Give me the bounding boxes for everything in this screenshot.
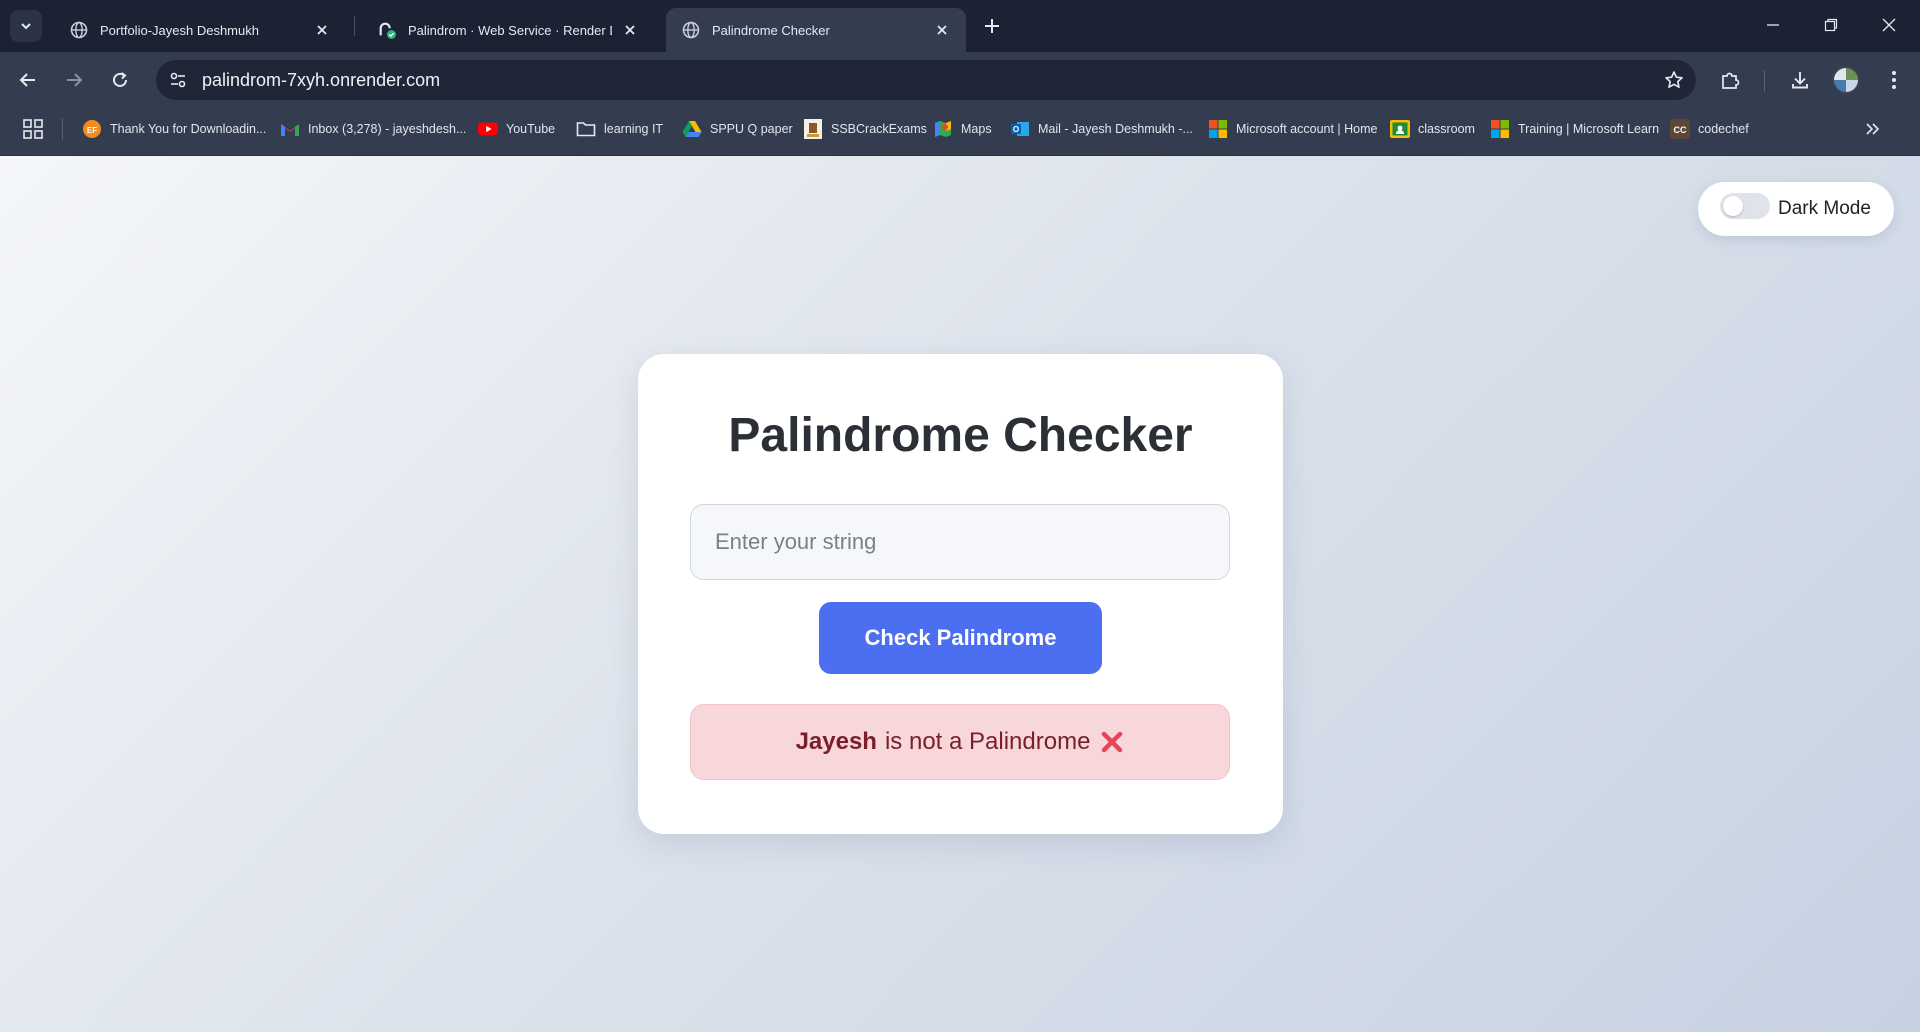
maps-icon [933,119,953,139]
cross-mark-icon [1100,730,1124,754]
tab-divider [354,16,355,36]
restore-button[interactable] [1802,0,1860,50]
bookmark-label: learning IT [604,122,664,136]
tab-render-dashboard[interactable]: Palindrom · Web Service · Render Dashboa… [362,8,654,52]
apps-grid-icon[interactable] [22,118,44,140]
forward-button[interactable] [56,62,92,98]
bookmark-label: Maps [961,122,992,136]
reload-icon [113,72,127,87]
menu-kebab-icon[interactable] [1880,66,1908,94]
bookmark-item[interactable]: learning IT [576,118,663,140]
bookmark-label: Training | Microsoft Learn [1518,122,1660,136]
tab-portfolio[interactable]: Portfolio-Jayesh Deshmukh [54,8,346,52]
bookmark-label: SSBCrackExams [831,122,927,136]
download-icon[interactable] [1786,66,1814,94]
result-word: Jayesh [795,728,877,755]
bookmark-label: Mail - Jayesh Deshmukh -... [1038,122,1193,136]
result-text: is not a Palindrome [884,728,1091,755]
bookmark-label: Microsoft account | Home [1236,122,1378,136]
bookmark-item[interactable]: O Mail - Jayesh Deshmukh -... [1010,118,1193,140]
minimize-icon [1767,24,1779,26]
new-tab-button[interactable] [978,12,1006,40]
bookmark-label: Inbox (3,278) - jayeshdesh... [308,122,467,136]
plus-icon [985,19,999,33]
youtube-icon [478,119,498,139]
chevron-double-right-icon[interactable] [1862,118,1884,140]
site-info-icon[interactable] [166,68,190,92]
check-palindrome-button[interactable]: Check Palindrome [819,602,1102,674]
chevron-down-icon [21,23,31,30]
bookmark-item[interactable]: Training | Microsoft Learn [1490,118,1659,140]
gmail-icon [280,119,300,139]
tab-palindrome-checker[interactable]: Palindrome Checker [666,8,966,52]
classroom-icon [1390,119,1410,139]
restore-icon [1824,18,1838,32]
globe-icon [682,21,700,39]
arrow-right-icon [67,73,83,87]
close-icon[interactable] [932,20,952,40]
back-button[interactable] [10,62,46,98]
extensions-icon[interactable] [1716,66,1744,94]
close-icon[interactable] [620,20,640,40]
svg-text:EF: EF [87,126,97,135]
checker-card: Palindrome Checker Check Palindrome Jaye… [638,354,1283,834]
globe-icon [70,21,88,39]
page-title: Palindrome Checker [728,409,1193,462]
tab-title: Palindrome Checker [712,22,830,38]
bookmark-item[interactable]: EF Thank You for Downloadin... [82,118,266,140]
tab-search-button[interactable] [10,10,42,42]
url-text[interactable]: palindrom-7xyh.onrender.com [202,60,440,100]
page-viewport: Dark Mode Palindrome Checker Check Palin… [0,156,1920,1032]
profile-avatar[interactable] [1832,66,1860,94]
toggle-switch[interactable] [1720,193,1770,219]
render-icon [378,21,396,39]
bookmark-label: SPPU Q paper [710,122,793,136]
tab-strip: Portfolio-Jayesh Deshmukh Palindrom · We… [0,0,1920,52]
browser-toolbar: palindrom-7xyh.onrender.com [0,52,1920,108]
ef-icon: EF [82,119,102,139]
bookmark-item[interactable]: CC codechef [1670,118,1749,140]
folder-icon [576,119,596,139]
svg-text:CC: CC [1674,125,1687,135]
close-icon[interactable] [312,20,332,40]
dark-mode-label: Dark Mode [1778,198,1871,219]
bookmark-label: classroom [1418,122,1475,136]
ssb-icon [803,119,823,139]
bookmark-item[interactable]: Microsoft account | Home [1208,118,1378,140]
bookmark-item[interactable]: Inbox (3,278) - jayeshdesh... [280,118,466,140]
close-window-button[interactable] [1860,0,1918,50]
codechef-icon: CC [1670,119,1690,139]
dark-mode-toggle[interactable]: Dark Mode [1698,182,1894,236]
bookmark-item[interactable]: SPPU Q paper [682,118,793,140]
google-drive-icon [682,119,702,139]
outlook-icon: O [1010,119,1030,139]
bookmark-label: YouTube [506,122,556,136]
address-bar[interactable]: palindrom-7xyh.onrender.com [156,60,1696,100]
bookmark-star-icon[interactable] [1662,68,1686,92]
microsoft-icon [1208,119,1228,139]
bookmark-item[interactable]: SSBCrackExams [803,118,927,140]
toolbar-divider [1764,70,1765,92]
bookmark-label: Thank You for Downloadin... [110,122,267,136]
svg-text:O: O [1013,125,1019,134]
result-message: Jayesh is not a Palindrome [690,704,1230,780]
bookmark-item[interactable]: classroom [1390,118,1475,140]
bookmark-item[interactable]: Maps [933,118,992,140]
tab-title: Palindrom · Web Service · Render Dashboa… [408,22,612,38]
arrow-left-icon [19,73,35,87]
toggle-knob [1723,196,1743,216]
bookmarks-divider [62,118,63,140]
tab-title: Portfolio-Jayesh Deshmukh [100,22,259,38]
minimize-button[interactable] [1744,0,1802,50]
bookmark-label: codechef [1698,122,1749,136]
bookmark-item[interactable]: YouTube [478,118,555,140]
close-icon [1882,18,1896,32]
microsoft-icon [1490,119,1510,139]
reload-button[interactable] [102,62,138,98]
string-input[interactable] [690,504,1230,580]
